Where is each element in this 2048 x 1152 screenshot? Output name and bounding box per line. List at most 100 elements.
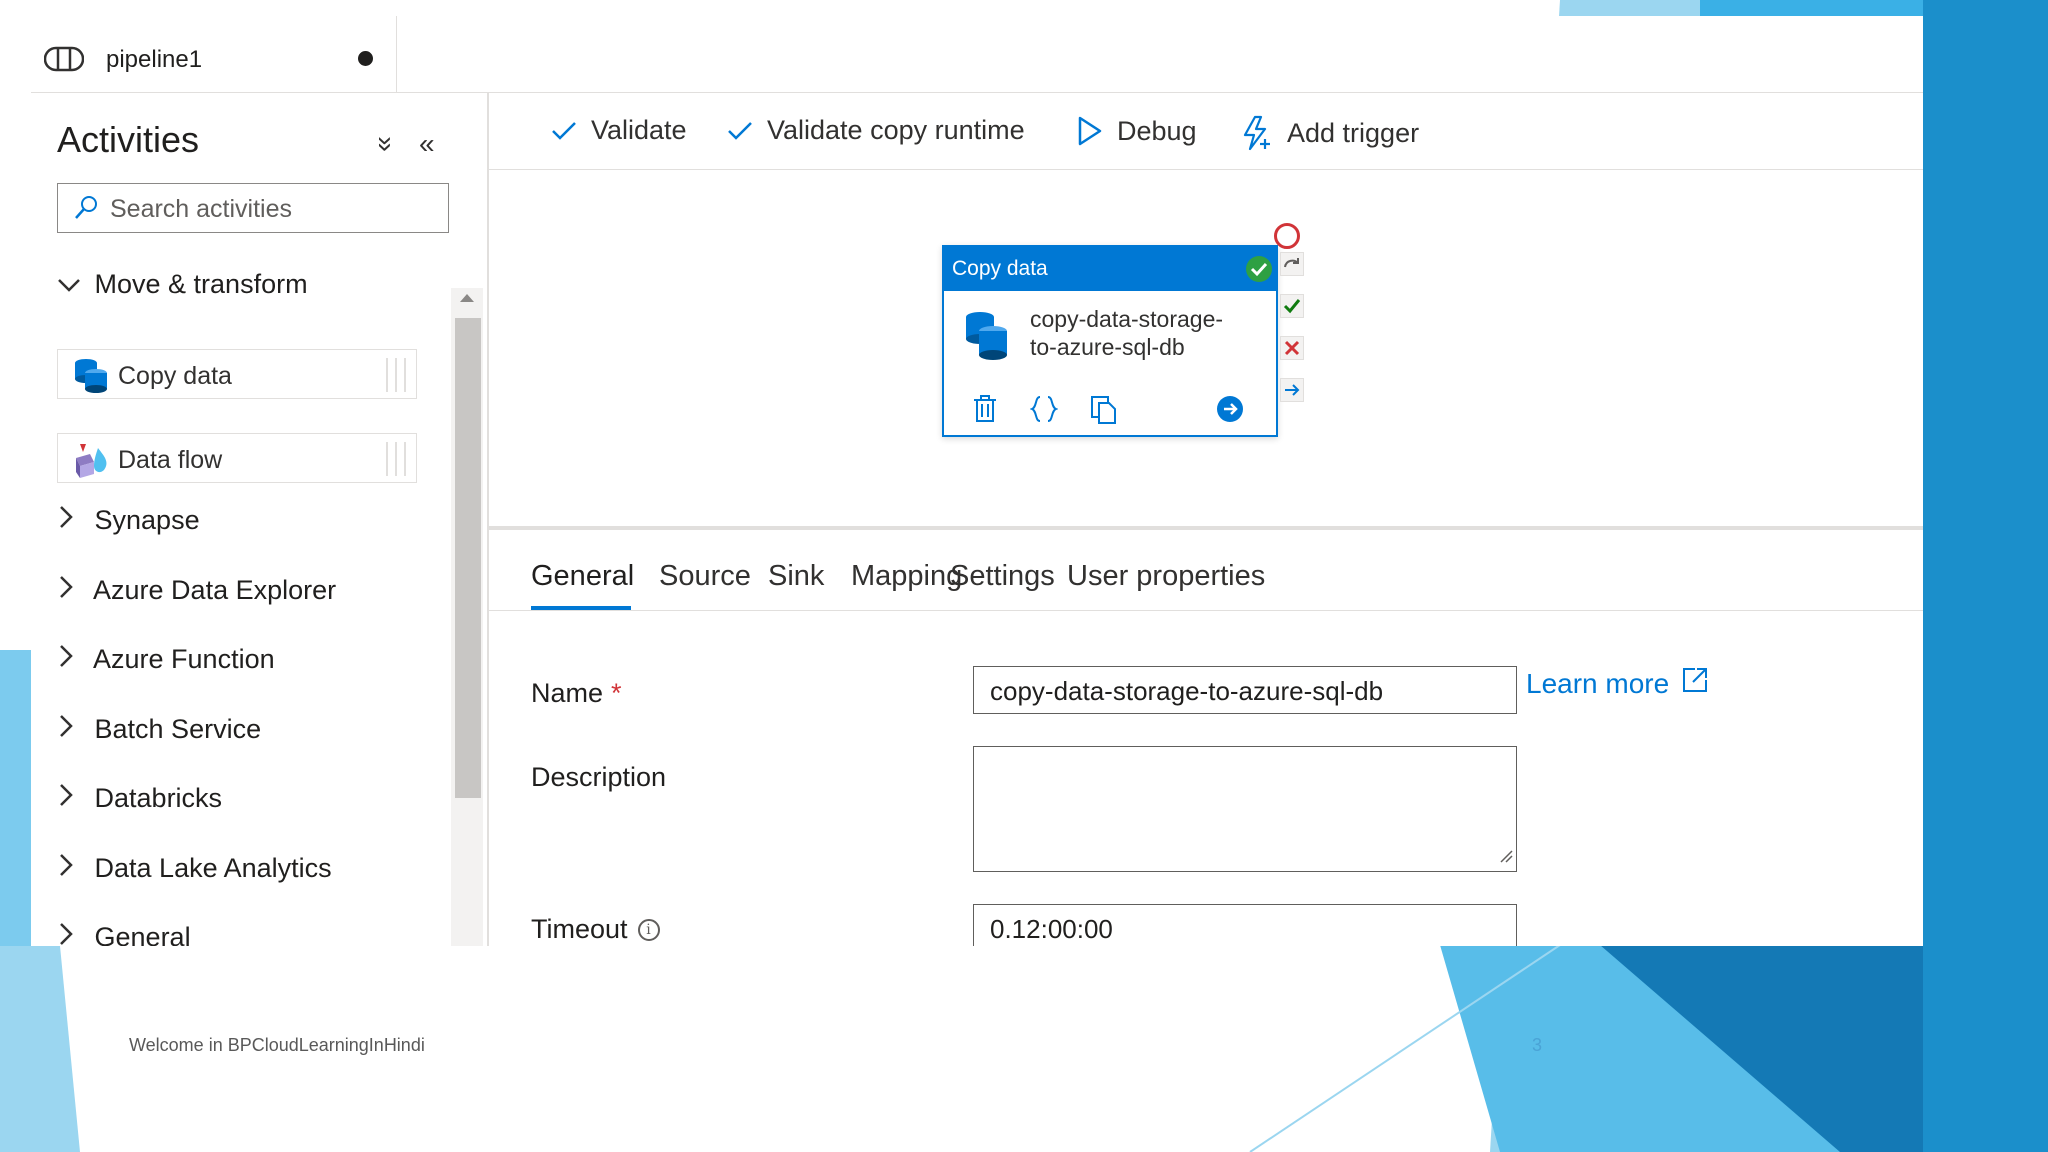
validate-copy-runtime-button[interactable]: Validate copy runtime (727, 115, 1025, 146)
description-field-label: Description (531, 762, 667, 792)
group-azure-function[interactable]: Azure Function (57, 644, 275, 675)
pipeline-icon (43, 46, 85, 77)
copy-data-icon (962, 309, 1010, 366)
timeout-field-label: Timeout i (531, 914, 660, 945)
tab-mapping[interactable]: Mapping (851, 560, 962, 593)
tab-general[interactable]: General (531, 560, 634, 593)
search-activities-input[interactable]: Search activities (57, 183, 449, 233)
tab-source[interactable]: Source (659, 560, 751, 593)
tab-pipeline1[interactable]: pipeline1 (31, 16, 397, 92)
group-label: Azure Data Explorer (93, 575, 337, 605)
chevron-down-icon (57, 269, 87, 300)
delete-icon[interactable] (972, 395, 998, 430)
search-icon (72, 194, 100, 227)
validate-button[interactable]: Validate (551, 115, 687, 146)
lightning-icon (1241, 115, 1273, 151)
group-label: General (94, 922, 191, 946)
chevron-right-icon (57, 853, 87, 884)
group-label: Azure Function (93, 644, 275, 674)
chevron-right-icon (57, 783, 87, 814)
group-data-lake-analytics[interactable]: Data Lake Analytics (57, 853, 332, 884)
node-header: Copy data (944, 247, 1276, 291)
properties-tab-strip: General Source Sink Settings Mapping Use… (489, 530, 1923, 611)
hide-pane-icon[interactable]: « (419, 128, 435, 160)
code-braces-icon[interactable] (1029, 395, 1059, 430)
timeout-input[interactable]: 0.12:00:00 (973, 904, 1517, 946)
add-trigger-label: Add trigger (1287, 117, 1420, 148)
group-synapse[interactable]: Synapse (57, 505, 200, 536)
chevron-right-icon (57, 922, 87, 946)
debug-label: Debug (1117, 115, 1197, 146)
clone-icon[interactable] (1090, 395, 1118, 432)
slide-page-number: 3 (1532, 1035, 1543, 1055)
copy-data-icon (72, 356, 110, 399)
activity-name-line: to-azure-sql-db (1030, 334, 1185, 360)
checkmark-icon (727, 120, 753, 142)
drag-handle-icon[interactable] (386, 358, 406, 392)
info-icon[interactable]: i (637, 919, 660, 941)
skipped-port-icon[interactable] (1280, 252, 1304, 276)
tab-user-properties[interactable]: User properties (1067, 560, 1265, 593)
pipeline-toolbar: Validate Validate copy runtime Debug Add… (489, 93, 1923, 170)
completion-port-icon[interactable] (1280, 378, 1304, 402)
group-label: Batch Service (94, 714, 262, 744)
description-textarea[interactable] (973, 746, 1517, 872)
data-flow-icon (72, 440, 112, 485)
success-port-icon[interactable] (1280, 294, 1304, 318)
activity-label: Copy data (118, 362, 232, 390)
resize-grip-icon[interactable] (1499, 849, 1513, 868)
name-input-value: copy-data-storage-to-azure-sql-db (990, 676, 1384, 706)
timeout-label-text: Timeout (531, 914, 628, 944)
node-type-label: Copy data (952, 257, 1048, 280)
failure-port-icon[interactable] (1280, 336, 1304, 360)
group-databricks[interactable]: Databricks (57, 783, 222, 814)
learn-more-label: Learn more (1526, 667, 1670, 699)
group-general[interactable]: General (57, 922, 191, 946)
pipeline-canvas[interactable]: Copy data copy-data-storage- to-azure-sq… (489, 170, 1923, 544)
name-label-text: Name (531, 678, 604, 708)
group-move-and-transform[interactable]: Move & transform (57, 269, 308, 300)
copy-data-activity-node[interactable]: Copy data copy-data-storage- to-azure-sq… (942, 245, 1278, 437)
chevron-right-icon (57, 575, 87, 606)
external-link-icon (1681, 666, 1709, 701)
unsaved-changes-dot (358, 51, 373, 66)
scrollbar-thumb[interactable] (455, 318, 481, 798)
document-tab-bar: pipeline1 (31, 16, 1923, 93)
activities-title: Activities (57, 119, 200, 160)
active-tab-indicator (531, 606, 631, 610)
drag-handle-icon[interactable] (386, 442, 406, 476)
group-label: Synapse (94, 505, 200, 535)
activity-copy-data[interactable]: Copy data (57, 349, 417, 399)
group-label: Data Lake Analytics (94, 853, 332, 883)
activity-properties-pane: General Source Sink Settings Mapping Use… (489, 530, 1923, 946)
activities-scrollbar[interactable] (451, 288, 483, 946)
activities-pane: Activities » « Search activities Move & … (31, 93, 489, 946)
add-trigger-button[interactable]: Add trigger (1241, 115, 1419, 151)
group-batch-service[interactable]: Batch Service (57, 714, 261, 745)
learn-more-link[interactable]: Learn more (1526, 666, 1709, 701)
adf-pipeline-editor: pipeline1 Activities » « Search activiti… (31, 16, 1923, 946)
activity-data-flow[interactable]: Data flow (57, 433, 417, 483)
required-asterisk: * (611, 678, 622, 708)
slide-footer-text: Welcome in BPCloudLearningInHindi (129, 1035, 425, 1055)
activity-name-line: copy-data-storage- (1030, 306, 1224, 332)
debug-button[interactable]: Debug (1077, 115, 1197, 147)
validate-label: Validate (591, 115, 687, 145)
tab-settings[interactable]: Settings (950, 560, 1055, 593)
tab-sink[interactable]: Sink (768, 560, 824, 593)
play-icon (1077, 115, 1103, 147)
pipeline-tab-title: pipeline1 (106, 46, 203, 73)
name-input[interactable]: copy-data-storage-to-azure-sql-db (973, 666, 1517, 714)
group-label: Move & transform (94, 269, 308, 299)
chevron-right-icon (57, 644, 87, 675)
chevron-right-icon (57, 714, 87, 745)
success-check-icon (1246, 256, 1272, 282)
group-label: Databricks (94, 783, 223, 813)
name-field-label: Name * (531, 678, 622, 709)
search-placeholder: Search activities (110, 195, 293, 223)
timeout-input-value: 0.12:00:00 (990, 914, 1113, 944)
collapse-all-icon[interactable]: » (370, 136, 402, 152)
scroll-up-arrow-icon[interactable] (460, 294, 474, 302)
go-to-details-arrow-icon[interactable] (1216, 395, 1244, 430)
group-azure-data-explorer[interactable]: Azure Data Explorer (57, 575, 336, 606)
